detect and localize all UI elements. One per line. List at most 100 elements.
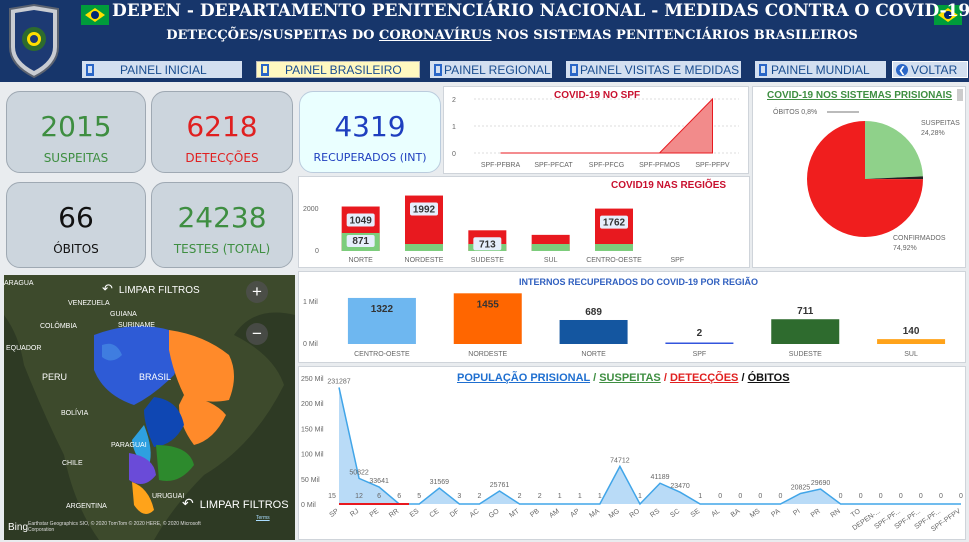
y-tick-label: 2 <box>452 97 456 104</box>
data-label: 0 <box>718 493 722 500</box>
data-label: 1049 <box>350 216 373 227</box>
kpi-deteccoes[interactable]: 6218 DETECÇÕES <box>151 91 293 173</box>
chart-covid-regioes[interactable]: COVID19 NAS REGIÕES 2000 0 1049 871 NORTE 199… <box>298 176 750 268</box>
bar-recuperados <box>877 339 946 344</box>
kpi-value: 2015 <box>40 110 112 143</box>
zoom-out-button[interactable]: − <box>246 323 268 345</box>
y-tick-label: 200 Mil <box>301 401 324 408</box>
zoom-in-button[interactable]: + <box>246 281 268 303</box>
clear-filters-top[interactable]: ↶ LIMPAR FILTROS <box>102 281 200 297</box>
data-label: 50822 <box>349 469 369 476</box>
bookmark-icon <box>434 63 442 76</box>
x-tick-label: RO <box>628 508 641 520</box>
x-tick-label: PI <box>792 508 801 518</box>
kpi-obitos[interactable]: 66 ÓBITOS <box>6 182 146 268</box>
data-label: 0 <box>778 493 782 500</box>
brazil-map[interactable]: ARAGUA VENEZUELA GUIANA COLÔMBIA SURINAM… <box>4 275 295 540</box>
map-label: ARAGUA <box>4 280 34 287</box>
kpi-label: RECUPERADOS (INT) <box>313 151 427 164</box>
subtitle-link[interactable]: CORONAVÍRUS <box>379 28 492 43</box>
map-label: PERU <box>42 372 67 382</box>
data-label: 140 <box>903 326 920 337</box>
brazil-flag-icon <box>81 5 109 25</box>
data-label: 0 <box>919 493 923 500</box>
page-subtitle: DETECÇÕES/SUSPEITAS DO CORONAVÍRUS NOS S… <box>112 28 912 43</box>
page-title: DEPEN - DEPARTAMENTO PENITENCIÁRIO NACIO… <box>112 1 969 21</box>
data-label: 689 <box>585 307 602 318</box>
data-label: 1 <box>598 493 602 500</box>
x-tick-label: RS <box>649 508 661 520</box>
nav-painel-brasileiro[interactable]: PAINEL BRASILEIRO <box>256 61 420 78</box>
pie-slice-suspeitas <box>865 121 923 179</box>
kpi-value: 66 <box>58 201 94 234</box>
kpi-testes[interactable]: 24238 TESTES (TOTAL) <box>151 182 293 268</box>
y-tick-label: 1 <box>452 124 456 131</box>
data-label: 1992 <box>413 205 436 216</box>
x-tick-label: RR <box>388 508 400 520</box>
map-credits: Earthstar Geographics SIO, © 2020 TomTom… <box>28 521 201 533</box>
bar-suspeitas <box>531 244 570 251</box>
x-tick-label: CENTRO-OESTE <box>354 351 410 358</box>
x-tick-label: ES <box>409 508 421 519</box>
data-label: 0 <box>758 493 762 500</box>
nav-painel-regional[interactable]: PAINEL REGIONAL <box>430 61 552 78</box>
data-label: 0 <box>899 493 903 500</box>
clear-filters-bottom[interactable]: ↶ LIMPAR FILTROS <box>182 495 289 512</box>
data-label: 41189 <box>651 474 670 481</box>
data-label: 713 <box>479 239 496 250</box>
map-terms-link[interactable]: Terms <box>256 515 270 521</box>
data-label: 25761 <box>490 482 510 489</box>
x-tick-label: SPF-PFMOS <box>639 162 680 169</box>
data-label: 871 <box>352 236 369 247</box>
data-label: 2 <box>477 493 481 500</box>
x-tick-label: RN <box>829 508 841 520</box>
x-tick-label: SUDESTE <box>471 257 504 264</box>
chart-recuperados-regiao[interactable]: INTERNOS RECUPERADOS DO COVID-19 POR REG… <box>298 271 966 363</box>
map-label: ARGENTINA <box>66 503 107 510</box>
chart-regioes-svg: 2000 0 1049 871 NORTE 1992 NORDESTE 713 SUDESTE S… <box>303 195 684 264</box>
kpi-recuperados[interactable]: 4319 RECUPERADOS (INT) <box>299 91 441 173</box>
bar-recuperados <box>559 319 628 344</box>
bookmark-icon <box>86 63 94 76</box>
nav-painel-visitas[interactable]: PAINEL VISITAS E MEDIDAS <box>566 61 741 78</box>
map-label: CHILE <box>62 460 83 467</box>
nav-label: PAINEL MUNDIAL <box>771 62 870 77</box>
kpi-suspeitas[interactable]: 2015 SUSPEITAS <box>6 91 146 173</box>
chart-covid-spf[interactable]: COVID-19 NO SPF 2 1 0 SPF-PFBRA SPF-PFCAT SPF… <box>443 86 749 174</box>
x-tick-label: PB <box>529 508 541 519</box>
chart-sistemas-prisionais[interactable]: COVID-19 NOS SISTEMAS PRISIONAIS ÓBITOS … <box>752 86 966 268</box>
nav-voltar-button[interactable]: ❮ VOLTAR <box>892 61 968 78</box>
y-tick-label: 0 <box>452 151 456 158</box>
clear-filters-label: LIMPAR FILTROS <box>118 285 200 296</box>
data-label: 1 <box>578 493 582 500</box>
kpi-label: TESTES (TOTAL) <box>173 242 271 256</box>
subtitle-text: NOS SISTEMAS PENITENCIÁRIOS BRASILEIROS <box>491 28 858 43</box>
x-tick-label: SPF-PFCG <box>589 162 624 169</box>
x-tick-label: MG <box>608 508 621 520</box>
map-label: PARAGUAI <box>111 442 147 449</box>
chart-pie-svg: ÓBITOS 0,8% SUSPEITAS 24,28% CONFIRMADOS 74,… <box>773 107 960 252</box>
kpi-label: DETECÇÕES <box>185 151 259 165</box>
nav-painel-inicial[interactable]: PAINEL INICIAL <box>82 61 242 78</box>
x-tick-label: SPF <box>693 351 707 358</box>
populacao-line <box>338 387 961 506</box>
nav-label: PAINEL REGIONAL <box>444 62 551 77</box>
nav-painel-mundial[interactable]: PAINEL MUNDIAL <box>755 61 886 78</box>
populacao-area <box>339 387 961 504</box>
bookmark-icon <box>261 63 269 76</box>
data-label: 231287 <box>327 378 350 385</box>
clear-filters-label: LIMPAR FILTROS <box>199 499 289 511</box>
chart-spf-svg: 2 1 0 SPF-PFBRA SPF-PFCAT SPF-PFCG SPF-PFMOS SP… <box>452 97 739 169</box>
y-tick-label: 2000 <box>303 206 319 213</box>
chart-populacao-prisional[interactable]: POPULAÇÃO PRISIONAL / SUSPEITAS / DETECÇ… <box>298 366 966 540</box>
data-label: 74712 <box>610 457 630 464</box>
x-tick-label: SPF-PFBRA <box>481 162 521 169</box>
x-tick-label: GO <box>488 508 501 520</box>
data-label: 1322 <box>371 304 394 315</box>
data-label: 2 <box>697 328 703 339</box>
data-label: 3 <box>457 493 461 500</box>
back-arrow-icon: ❮ <box>896 63 908 76</box>
kpi-value: 6218 <box>186 110 258 143</box>
nav-label: PAINEL VISITAS E MEDIDAS <box>580 62 740 77</box>
data-label: 0 <box>738 493 742 500</box>
